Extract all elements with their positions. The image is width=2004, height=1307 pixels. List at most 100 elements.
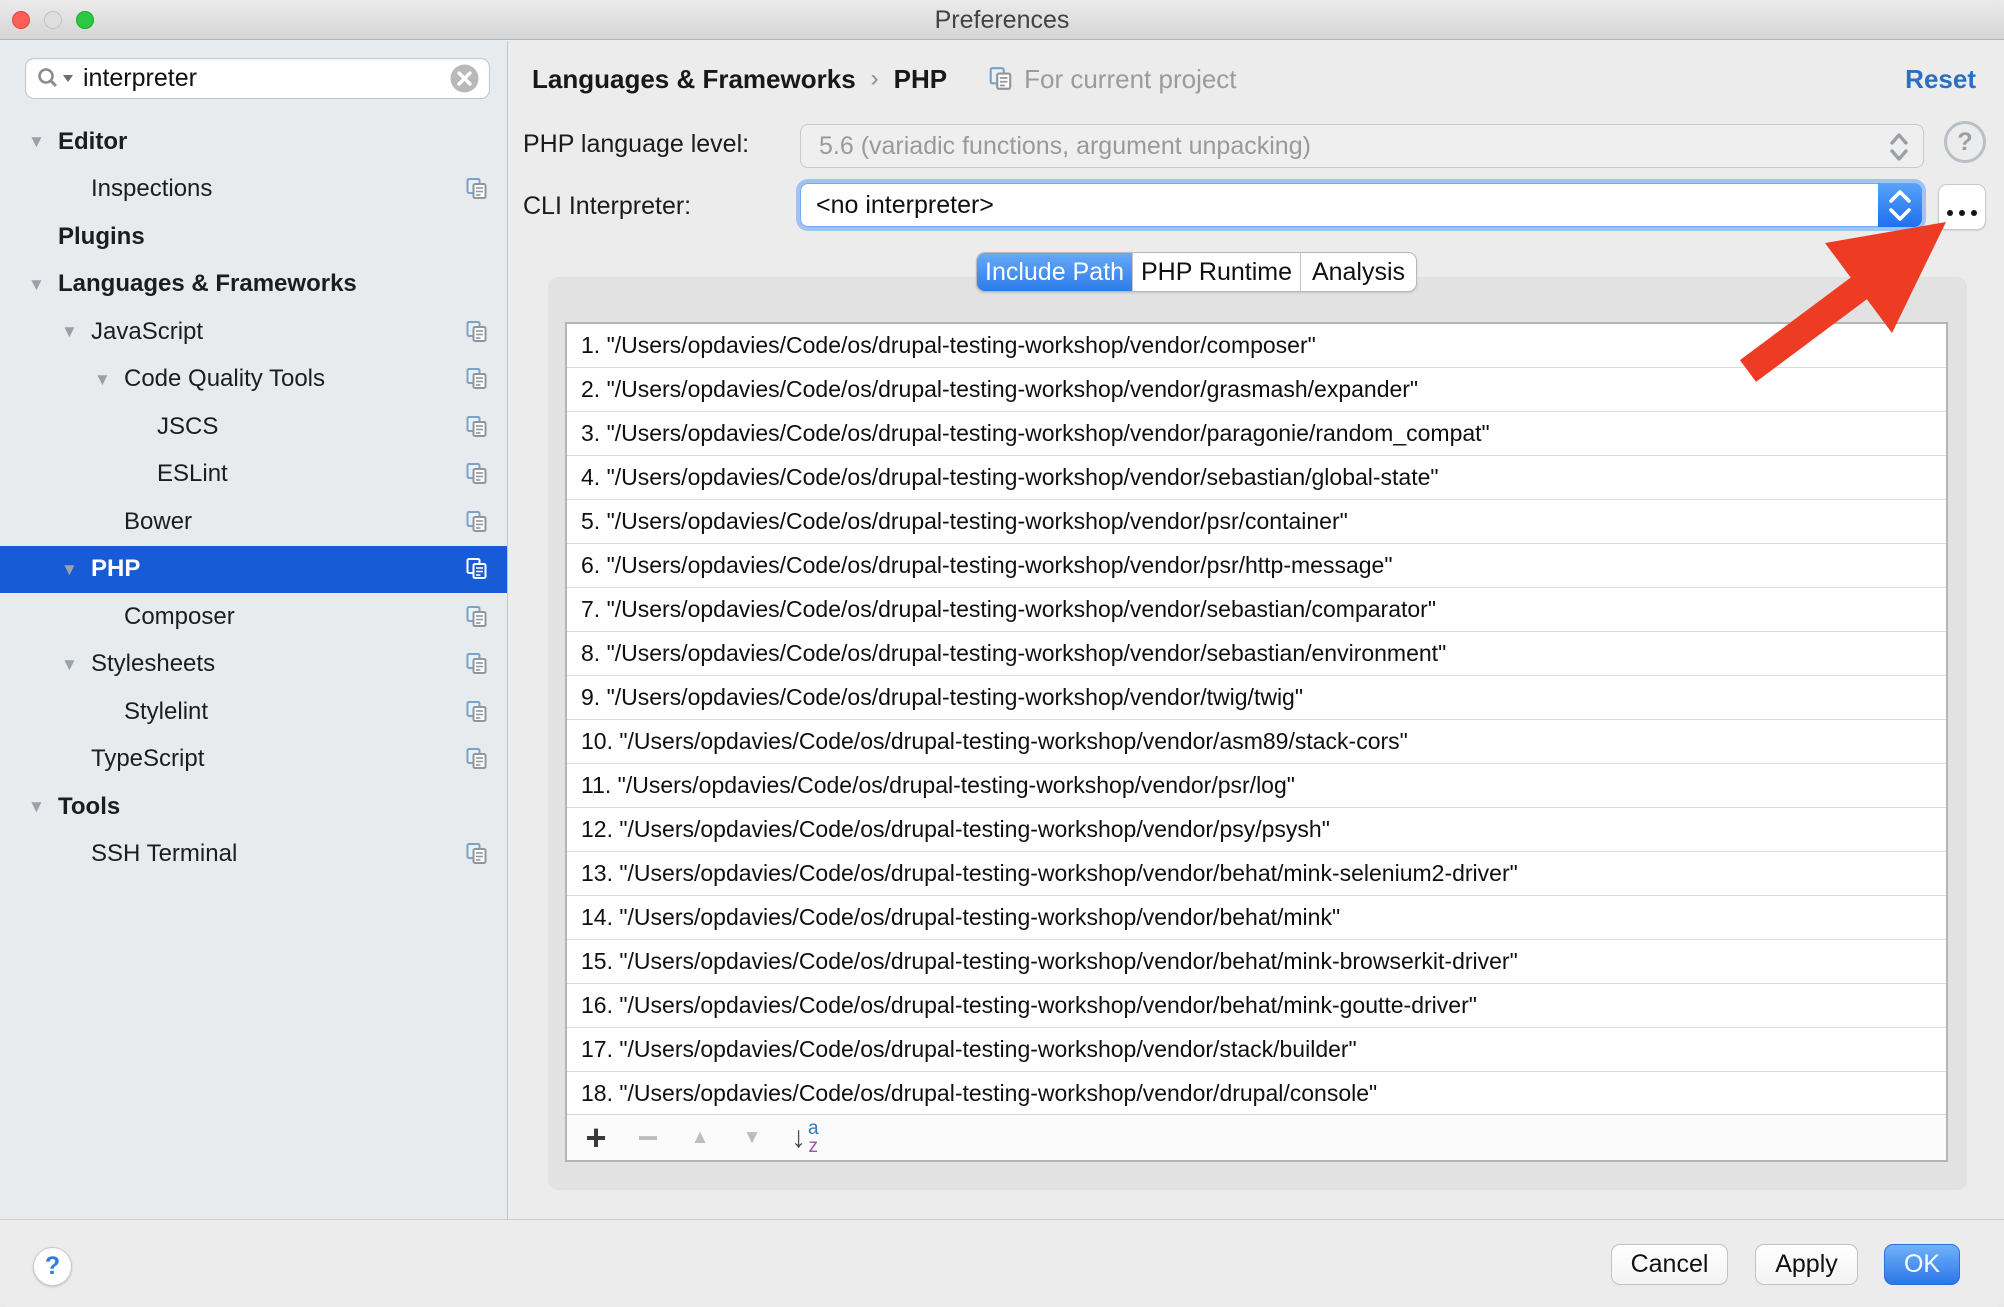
shared-settings-icon	[465, 652, 489, 676]
sidebar-item-label: Plugins	[58, 223, 145, 251]
tab-bar: Include PathPHP RuntimeAnalysis	[976, 252, 1417, 292]
include-path-row[interactable]: 3. "/Users/opdavies/Code/os/drupal-testi…	[567, 412, 1946, 456]
include-path-row[interactable]: 17. "/Users/opdavies/Code/os/drupal-test…	[567, 1028, 1946, 1072]
include-path-row[interactable]: 18. "/Users/opdavies/Code/os/drupal-test…	[567, 1072, 1946, 1116]
include-path-row[interactable]: 16. "/Users/opdavies/Code/os/drupal-test…	[567, 984, 1946, 1028]
sidebar-item-code-quality-tools[interactable]: ▼Code Quality Tools	[0, 356, 507, 404]
add-button[interactable]: +	[583, 1120, 609, 1156]
sort-button[interactable]: ↓ a z	[791, 1120, 819, 1154]
help-icon: ?	[1957, 128, 1972, 157]
shared-settings-icon	[465, 462, 489, 486]
sidebar-item-label: JSCS	[157, 413, 218, 441]
move-down-button[interactable]: ▼	[739, 1128, 765, 1147]
shared-settings-icon	[465, 367, 489, 391]
breadcrumb: Languages & Frameworks › PHP For current…	[532, 62, 1237, 96]
shared-settings-icon	[988, 66, 1014, 92]
include-path-row[interactable]: 11. "/Users/opdavies/Code/os/drupal-test…	[567, 764, 1946, 808]
disclosure-icon[interactable]: ▼	[94, 371, 124, 388]
sidebar-item-label: Stylesheets	[91, 650, 215, 678]
sidebar-item-label: Tools	[58, 793, 120, 821]
search-filter-caret-icon	[62, 74, 74, 83]
breadcrumb-section: Languages & Frameworks	[532, 64, 856, 95]
shared-settings-icon	[465, 605, 489, 629]
include-path-row[interactable]: 14. "/Users/opdavies/Code/os/drupal-test…	[567, 896, 1946, 940]
sidebar-item-tools[interactable]: ▼Tools	[0, 783, 507, 831]
sidebar-item-label: Composer	[124, 603, 235, 631]
disclosure-icon[interactable]: ▼	[28, 276, 58, 293]
language-level-label: PHP language level:	[523, 130, 749, 159]
disclosure-icon[interactable]: ▼	[28, 798, 58, 815]
sidebar-item-php[interactable]: ▼PHP	[0, 546, 507, 594]
include-path-row[interactable]: 4. "/Users/opdavies/Code/os/drupal-testi…	[567, 456, 1946, 500]
include-path-row[interactable]: 5. "/Users/opdavies/Code/os/drupal-testi…	[567, 500, 1946, 544]
include-path-row[interactable]: 1. "/Users/opdavies/Code/os/drupal-testi…	[567, 324, 1946, 368]
shared-settings-icon	[465, 415, 489, 439]
reset-button[interactable]: Reset	[1905, 64, 1976, 95]
sidebar-item-composer[interactable]: Composer	[0, 593, 507, 641]
sidebar-item-stylelint[interactable]: Stylelint	[0, 688, 507, 736]
tab-analysis[interactable]: Analysis	[1300, 253, 1416, 291]
interpreter-select[interactable]: <no interpreter>	[800, 183, 1922, 227]
shared-settings-icon	[465, 320, 489, 344]
include-path-row[interactable]: 15. "/Users/opdavies/Code/os/drupal-test…	[567, 940, 1946, 984]
include-path-rows: 1. "/Users/opdavies/Code/os/drupal-testi…	[567, 324, 1946, 1116]
scope-label: For current project	[1024, 64, 1236, 95]
sidebar-item-javascript[interactable]: ▼JavaScript	[0, 308, 507, 356]
sidebar-item-jscs[interactable]: JSCS	[0, 403, 507, 451]
disclosure-icon[interactable]: ▼	[61, 323, 91, 340]
clear-search-button[interactable]	[449, 63, 480, 94]
include-path-row[interactable]: 6. "/Users/opdavies/Code/os/drupal-testi…	[567, 544, 1946, 588]
include-path-row[interactable]: 7. "/Users/opdavies/Code/os/drupal-testi…	[567, 588, 1946, 632]
move-up-button[interactable]: ▲	[687, 1128, 713, 1147]
help-button[interactable]: ?	[33, 1247, 72, 1286]
cancel-button[interactable]: Cancel	[1611, 1244, 1728, 1285]
settings-sidebar: ▼EditorInspections Plugins▼Languages & F…	[0, 41, 508, 1219]
clear-search-icon	[449, 63, 480, 94]
sidebar-item-bower[interactable]: Bower	[0, 498, 507, 546]
include-path-row[interactable]: 8. "/Users/opdavies/Code/os/drupal-testi…	[567, 632, 1946, 676]
sidebar-item-label: Inspections	[91, 175, 212, 203]
tab-php-runtime[interactable]: PHP Runtime	[1132, 253, 1300, 291]
sidebar-item-stylesheets[interactable]: ▼Stylesheets	[0, 641, 507, 689]
tab-include-path[interactable]: Include Path	[977, 253, 1132, 291]
disclosure-icon[interactable]: ▼	[28, 133, 58, 150]
include-path-row[interactable]: 10. "/Users/opdavies/Code/os/drupal-test…	[567, 720, 1946, 764]
include-path-row[interactable]: 2. "/Users/opdavies/Code/os/drupal-testi…	[567, 368, 1946, 412]
sidebar-item-plugins[interactable]: Plugins	[0, 213, 507, 261]
disclosure-icon[interactable]: ▼	[61, 656, 91, 673]
sidebar-item-ssh-terminal[interactable]: SSH Terminal	[0, 831, 507, 879]
sidebar-item-label: Code Quality Tools	[124, 365, 325, 393]
ok-button[interactable]: OK	[1884, 1244, 1960, 1285]
sidebar-item-inspections[interactable]: Inspections	[0, 166, 507, 214]
remove-button[interactable]: −	[635, 1120, 661, 1156]
shared-settings-icon	[465, 700, 489, 724]
include-path-list: 1. "/Users/opdavies/Code/os/drupal-testi…	[565, 322, 1948, 1162]
footer: ? Cancel Apply OK	[0, 1219, 2004, 1307]
include-path-row[interactable]: 13. "/Users/opdavies/Code/os/drupal-test…	[567, 852, 1946, 896]
sidebar-item-editor[interactable]: ▼Editor	[0, 118, 507, 166]
disclosure-icon[interactable]: ▼	[61, 561, 91, 578]
sidebar-item-label: SSH Terminal	[91, 840, 237, 868]
browse-icon	[1947, 210, 1953, 216]
sidebar-item-label: Languages & Frameworks	[58, 270, 357, 298]
help-icon-button[interactable]: ?	[1944, 121, 1986, 163]
search-field[interactable]	[25, 58, 490, 99]
browse-interpreters-button[interactable]	[1938, 184, 1986, 230]
sidebar-item-typescript[interactable]: TypeScript	[0, 736, 507, 784]
window-title: Preferences	[0, 0, 2004, 40]
language-level-value: 5.6 (variadic functions, argument unpack…	[819, 132, 1311, 160]
titlebar: Preferences	[0, 0, 2004, 40]
search-input[interactable]	[81, 63, 449, 94]
sidebar-item-eslint[interactable]: ESLint	[0, 451, 507, 499]
shared-settings-icon	[465, 557, 489, 581]
sidebar-item-label: ESLint	[157, 460, 228, 488]
breadcrumb-separator-icon: ›	[871, 65, 879, 93]
sidebar-item-languages-frameworks[interactable]: ▼Languages & Frameworks	[0, 261, 507, 309]
breadcrumb-page: PHP	[894, 64, 947, 95]
stepper-icon	[1887, 130, 1911, 168]
include-path-row[interactable]: 9. "/Users/opdavies/Code/os/drupal-testi…	[567, 676, 1946, 720]
sidebar-item-label: JavaScript	[91, 318, 203, 346]
apply-button[interactable]: Apply	[1755, 1244, 1858, 1285]
language-level-select[interactable]: 5.6 (variadic functions, argument unpack…	[800, 124, 1924, 168]
include-path-row[interactable]: 12. "/Users/opdavies/Code/os/drupal-test…	[567, 808, 1946, 852]
